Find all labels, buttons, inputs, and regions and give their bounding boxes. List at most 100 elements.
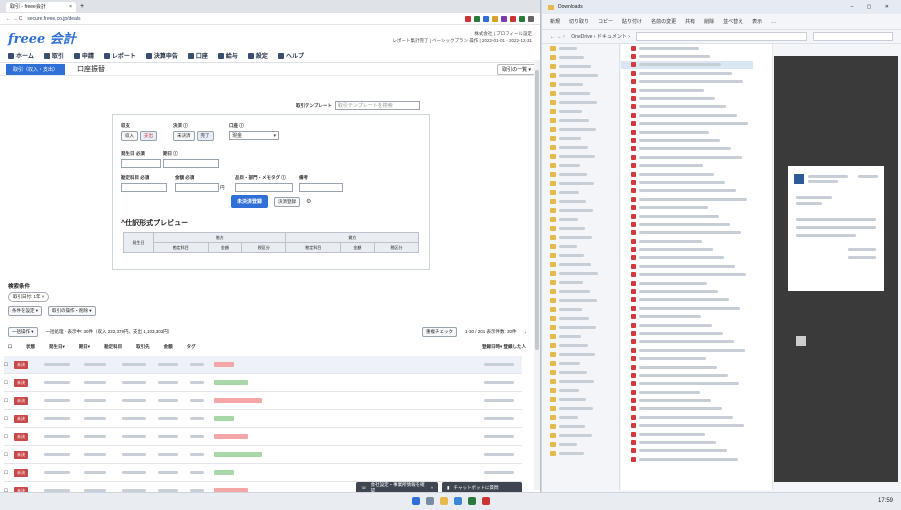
row-checkbox[interactable]: ☐ xyxy=(4,452,8,458)
nav-requests[interactable]: 申請 xyxy=(73,51,94,60)
sidebar-folder[interactable] xyxy=(542,215,619,224)
column-header[interactable]: 期日▾ xyxy=(79,344,90,350)
sort-button[interactable]: 並べ替え xyxy=(723,18,743,25)
file-item[interactable] xyxy=(621,220,753,228)
column-header[interactable]: 登録日時▾ 登録した人 xyxy=(482,344,526,350)
sidebar-folder[interactable] xyxy=(542,395,619,404)
file-item[interactable] xyxy=(621,422,753,430)
table-row[interactable]: ☐ 未決 xyxy=(4,428,522,446)
folder-icon[interactable] xyxy=(440,497,448,505)
file-item[interactable] xyxy=(621,103,753,111)
file-item[interactable] xyxy=(621,329,753,337)
table-row[interactable]: ☐ 未決 xyxy=(4,356,522,374)
file-item[interactable] xyxy=(621,363,753,371)
row-tag[interactable] xyxy=(214,470,235,475)
new-button[interactable]: 新規 xyxy=(550,18,560,25)
table-row[interactable]: ☐ 未決 xyxy=(4,446,522,464)
file-item[interactable] xyxy=(621,237,753,245)
window-controls[interactable]: – ▢ ✕ xyxy=(851,4,895,10)
sidebar-folder[interactable] xyxy=(542,161,619,170)
delete-button[interactable]: 削除 xyxy=(704,18,714,25)
file-item[interactable] xyxy=(621,296,753,304)
sidebar-folder[interactable] xyxy=(542,80,619,89)
file-item[interactable] xyxy=(621,195,753,203)
extension-icon[interactable] xyxy=(519,15,525,22)
sidebar-folder[interactable] xyxy=(542,449,619,458)
deal-ops-button[interactable]: 取引の操作・削除 ▾ xyxy=(48,306,96,316)
extension-icon[interactable] xyxy=(483,15,489,22)
sidebar-folder[interactable] xyxy=(542,89,619,98)
settings-icon[interactable]: ⚙ xyxy=(306,198,311,205)
sidebar-folder[interactable] xyxy=(542,224,619,233)
sidebar-folder[interactable] xyxy=(542,413,619,422)
sidebar-folder[interactable] xyxy=(542,98,619,107)
sidebar-folder[interactable] xyxy=(542,341,619,350)
windows-icon[interactable] xyxy=(412,497,420,505)
sidebar-folder[interactable] xyxy=(542,242,619,251)
due-input[interactable] xyxy=(163,159,219,168)
sidebar-folder[interactable] xyxy=(542,206,619,215)
column-header[interactable]: 状態 xyxy=(26,344,35,350)
extension-icon[interactable] xyxy=(465,15,471,22)
sidebar-folder[interactable] xyxy=(542,116,619,125)
file-item[interactable] xyxy=(621,187,753,195)
sidebar-folder[interactable] xyxy=(542,251,619,260)
file-item[interactable] xyxy=(621,405,753,413)
sidebar-folder[interactable] xyxy=(542,323,619,332)
file-item[interactable] xyxy=(621,380,753,388)
sidebar-folder[interactable] xyxy=(542,377,619,386)
date-input[interactable] xyxy=(121,159,161,168)
sidebar-folder[interactable] xyxy=(542,53,619,62)
copy-button[interactable]: コピー xyxy=(598,18,613,25)
extension-icon[interactable] xyxy=(474,15,480,22)
sidebar-folder[interactable] xyxy=(542,314,619,323)
back-forward-icons[interactable]: ← → ↑ xyxy=(550,34,565,40)
row-tag[interactable] xyxy=(214,416,235,421)
column-header[interactable]: 金額 xyxy=(164,344,173,350)
file-item[interactable] xyxy=(621,145,753,153)
file-item[interactable] xyxy=(621,170,753,178)
settle-register-button[interactable]: 決済登録 xyxy=(274,196,301,207)
sidebar-folder[interactable] xyxy=(542,278,619,287)
file-item[interactable] xyxy=(621,245,753,253)
paste-button[interactable]: 貼り付け xyxy=(622,18,642,25)
file-item[interactable] xyxy=(621,262,753,270)
file-item[interactable] xyxy=(621,78,753,86)
sidebar-folder[interactable] xyxy=(542,404,619,413)
nav-payroll[interactable]: 給与 xyxy=(217,51,238,60)
table-row[interactable]: ☐ 未決 xyxy=(4,464,522,482)
file-item[interactable] xyxy=(621,203,753,211)
scroll-thumb[interactable] xyxy=(535,70,539,350)
sidebar-folder[interactable] xyxy=(542,134,619,143)
select-all-checkbox[interactable]: ☐ xyxy=(8,344,12,350)
tab-transfer[interactable]: 口座振替 xyxy=(77,64,105,74)
file-item[interactable] xyxy=(621,254,753,262)
column-header[interactable]: 取引先 xyxy=(136,344,150,350)
support-toast[interactable]: ☏ 会社設定・事業所情報を確認 ^ xyxy=(356,482,438,492)
nav-closing[interactable]: 決算申告 xyxy=(145,51,178,60)
account-item-input[interactable] xyxy=(121,183,167,192)
file-item[interactable] xyxy=(621,321,753,329)
file-item[interactable] xyxy=(621,413,753,421)
chatbot-toast[interactable]: ▮ チャットボットに質問 xyxy=(442,482,522,492)
nav-home[interactable]: ホーム xyxy=(8,51,34,60)
pagination[interactable]: 1-30 / 201 表示件数: 30件 xyxy=(465,329,517,335)
sidebar-folder[interactable] xyxy=(542,107,619,116)
remark-input[interactable] xyxy=(299,183,343,192)
row-checkbox[interactable]: ☐ xyxy=(4,470,8,476)
template-input[interactable]: 取引テンプレートを検索 xyxy=(334,101,420,110)
explorer-path[interactable]: OneDrive › ドキュメント › xyxy=(571,33,630,40)
row-tag[interactable] xyxy=(214,362,235,367)
sidebar-folder[interactable] xyxy=(542,359,619,368)
view-select[interactable]: 取引の一覧 ▾ xyxy=(497,63,536,75)
sidebar-folder[interactable] xyxy=(542,386,619,395)
share-button[interactable]: 共有 xyxy=(685,18,695,25)
view-button[interactable]: 表示 xyxy=(752,18,762,25)
file-item[interactable] xyxy=(621,279,753,287)
table-row[interactable]: ☐ 未決 xyxy=(4,410,522,428)
file-item[interactable] xyxy=(621,161,753,169)
sidebar-folder[interactable] xyxy=(542,368,619,377)
file-item[interactable] xyxy=(621,346,753,354)
freee-logo[interactable]: freee 会計 xyxy=(8,28,76,47)
file-item[interactable] xyxy=(621,396,753,404)
